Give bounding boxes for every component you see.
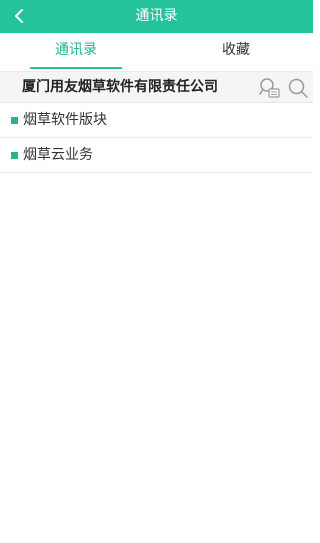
contact-card-search-icon[interactable]	[258, 76, 282, 100]
search-icon[interactable]	[286, 76, 310, 100]
department-label: 烟草软件版块	[23, 112, 107, 128]
tab-favorites[interactable]: 收藏	[188, 33, 284, 71]
tab-contacts[interactable]: 通讯录	[28, 33, 124, 71]
bullet-icon	[11, 152, 18, 159]
bullet-icon	[11, 117, 18, 124]
page-title: 通讯录	[135, 8, 178, 24]
top-header: 通讯录	[0, 0, 313, 33]
organization-name: 厦门用友烟草软件有限责任公司	[22, 79, 218, 95]
organization-row[interactable]: 厦门用友烟草软件有限责任公司	[0, 72, 313, 103]
department-list: 烟草软件版块 烟草云业务	[0, 103, 313, 173]
list-item[interactable]: 烟草云业务	[0, 138, 313, 173]
list-item[interactable]: 烟草软件版块	[0, 103, 313, 138]
department-label: 烟草云业务	[23, 147, 93, 163]
app-screen: 通讯录 通讯录 收藏 厦门用友烟草软件有限责任公司 烟草软件版块 烟草云业务	[0, 0, 313, 543]
tab-bar: 通讯录 收藏	[0, 33, 313, 72]
active-tab-indicator	[30, 67, 122, 69]
